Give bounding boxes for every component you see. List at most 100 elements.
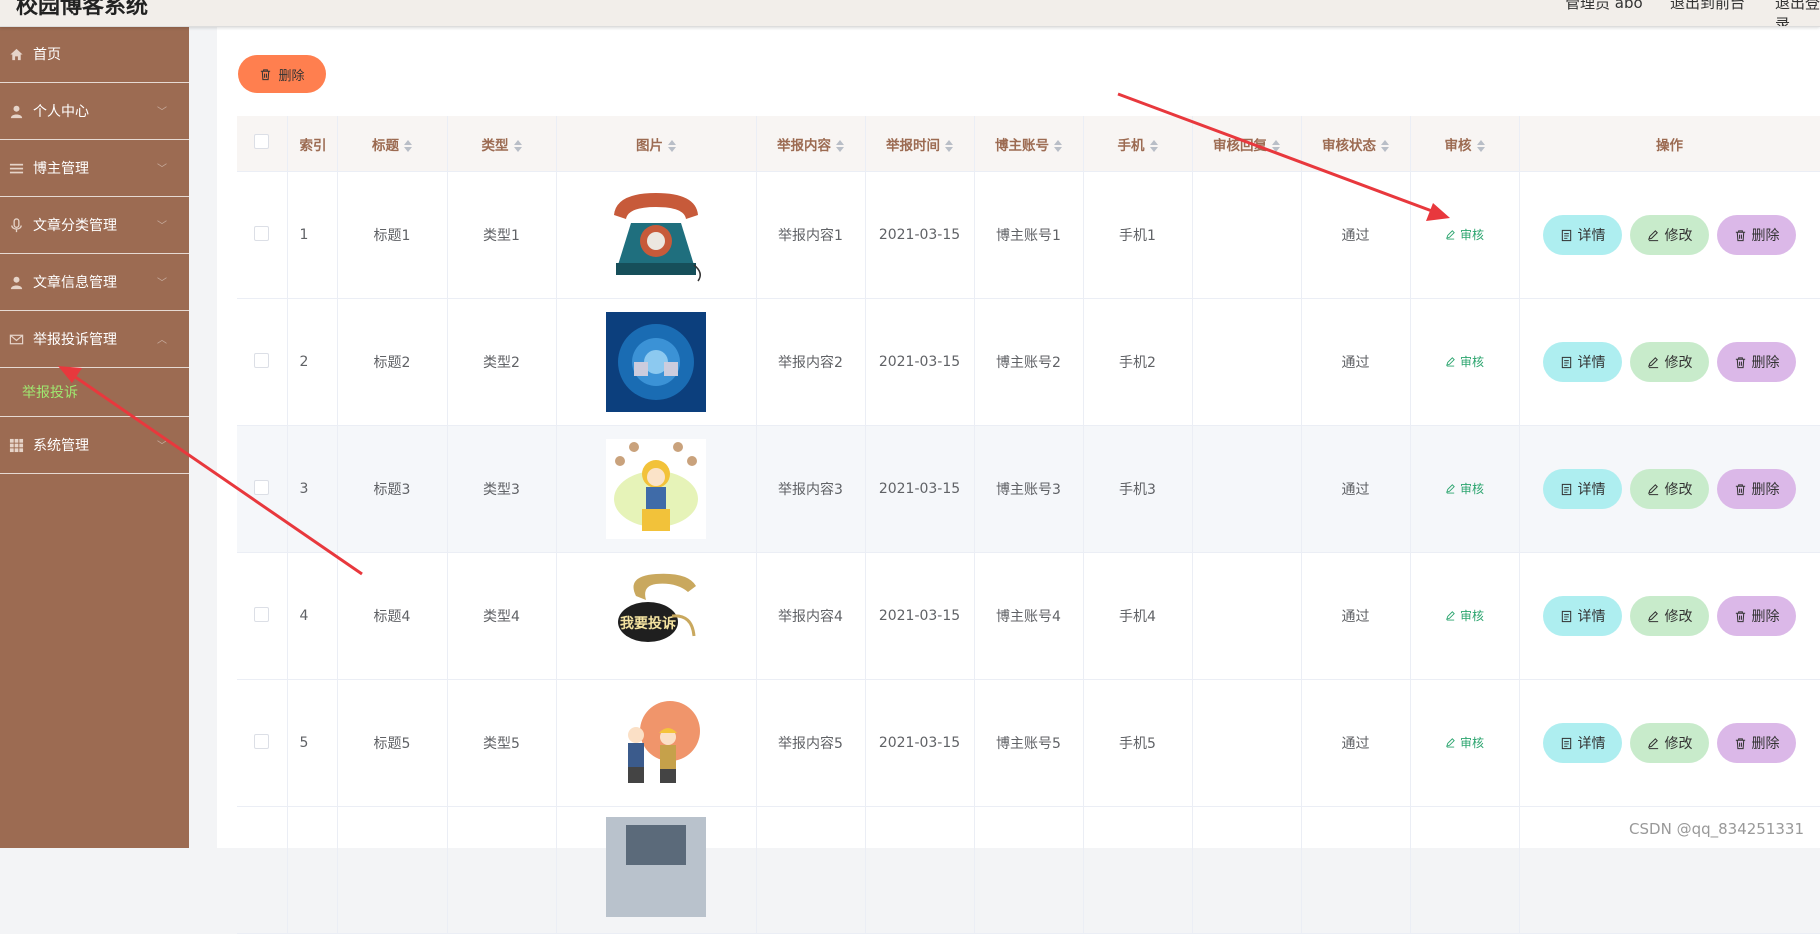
admin-user-label: 管理员 abo bbox=[1565, 0, 1643, 12]
document-icon bbox=[1561, 356, 1571, 368]
cell-actions: 详情 修改 删除 bbox=[1519, 425, 1820, 553]
sidebar-item-blogger-management[interactable]: 博主管理 ﹀ bbox=[0, 140, 189, 197]
trash-icon bbox=[1735, 356, 1745, 368]
logout-link[interactable]: 退出登录 bbox=[1775, 0, 1820, 26]
sidebar-item-report-management[interactable]: 举报投诉管理 ︿ bbox=[0, 311, 189, 368]
column-header-content[interactable]: 举报内容 bbox=[756, 116, 866, 172]
edit-icon bbox=[1446, 230, 1455, 240]
column-header-audit[interactable]: 审核 bbox=[1410, 116, 1520, 172]
edit-icon bbox=[1647, 483, 1658, 495]
cell-account bbox=[974, 806, 1084, 934]
sidebar-subitem-report[interactable]: 举报投诉 bbox=[0, 368, 189, 417]
detail-button[interactable]: 详情 bbox=[1543, 596, 1622, 636]
column-header-type[interactable]: 类型 bbox=[447, 116, 557, 172]
sort-icon[interactable] bbox=[836, 139, 844, 152]
row-checkbox[interactable] bbox=[237, 552, 288, 680]
edit-button[interactable]: 修改 bbox=[1630, 596, 1709, 636]
cell-image bbox=[556, 425, 757, 553]
sidebar-item-label: 博主管理 bbox=[33, 161, 89, 177]
sidebar-item-home[interactable]: 首页 bbox=[0, 26, 189, 83]
detail-button[interactable]: 详情 bbox=[1543, 723, 1622, 763]
cell-content: 举报内容5 bbox=[756, 679, 866, 807]
row-checkbox[interactable] bbox=[237, 679, 288, 807]
sidebar-item-personal-center[interactable]: 个人中心 ﹀ bbox=[0, 83, 189, 140]
workers-image bbox=[606, 693, 706, 793]
column-header-image[interactable]: 图片 bbox=[556, 116, 757, 172]
row-checkbox[interactable] bbox=[237, 171, 288, 299]
back-to-front-link[interactable]: 退出到前台 bbox=[1670, 0, 1745, 13]
sort-icon[interactable] bbox=[1476, 139, 1485, 152]
bulk-delete-button[interactable]: 删除 bbox=[238, 55, 326, 93]
cell-audit: 审核 bbox=[1410, 298, 1520, 426]
column-header-reply[interactable]: 审核回复 bbox=[1192, 116, 1302, 172]
delete-button[interactable]: 删除 bbox=[1717, 723, 1796, 763]
sidebar-item-label: 个人中心 bbox=[33, 104, 89, 120]
sidebar-item-system-management[interactable]: 系统管理 ﹀ bbox=[0, 417, 189, 474]
audit-link[interactable]: 审核 bbox=[1445, 734, 1484, 751]
detail-button[interactable]: 详情 bbox=[1543, 469, 1622, 509]
audit-link[interactable]: 审核 bbox=[1445, 353, 1484, 370]
chevron-down-icon: ﹀ bbox=[157, 221, 167, 232]
cell-type: 类型4 bbox=[447, 552, 557, 680]
delete-button[interactable]: 删除 bbox=[1717, 469, 1796, 509]
sort-icon[interactable] bbox=[404, 139, 412, 152]
row-checkbox[interactable] bbox=[237, 298, 288, 426]
trash-icon bbox=[1735, 610, 1745, 622]
sort-icon[interactable] bbox=[668, 139, 676, 152]
main-content: 删除 索引 标题 类型 图片 举报内容 举报时间 博主账号 手机 审核回复 审核… bbox=[189, 26, 1820, 934]
document-icon bbox=[1561, 610, 1571, 622]
column-header-account[interactable]: 博主账号 bbox=[974, 116, 1084, 172]
column-header-phone[interactable]: 手机 bbox=[1083, 116, 1193, 172]
sidebar-item-label: 首页 bbox=[33, 47, 61, 63]
column-header-status[interactable]: 审核状态 bbox=[1301, 116, 1411, 172]
sidebar-item-label: 系统管理 bbox=[33, 438, 89, 454]
edit-icon bbox=[1647, 356, 1658, 368]
cell-index: 1 bbox=[287, 171, 338, 299]
sort-icon[interactable] bbox=[1149, 139, 1158, 152]
edit-button[interactable]: 修改 bbox=[1630, 215, 1709, 255]
cell-time: 2021-03-15 bbox=[865, 171, 975, 299]
cell-image bbox=[556, 679, 757, 807]
cell-phone: 手机4 bbox=[1083, 552, 1193, 680]
trash-icon bbox=[1735, 229, 1745, 241]
delete-button[interactable]: 删除 bbox=[1717, 596, 1796, 636]
chevron-down-icon: ﹀ bbox=[157, 107, 167, 118]
sort-icon[interactable] bbox=[1054, 139, 1062, 152]
edit-button[interactable]: 修改 bbox=[1630, 342, 1709, 382]
audit-link[interactable]: 审核 bbox=[1445, 480, 1484, 497]
row-checkbox[interactable] bbox=[237, 806, 288, 934]
row-checkbox[interactable] bbox=[237, 425, 288, 553]
sort-icon[interactable] bbox=[1272, 139, 1280, 152]
cell-title: 标题2 bbox=[337, 298, 448, 426]
trash-icon bbox=[1735, 737, 1745, 749]
chevron-down-icon: ﹀ bbox=[157, 441, 167, 452]
edit-button[interactable]: 修改 bbox=[1630, 723, 1709, 763]
edit-button[interactable]: 修改 bbox=[1630, 469, 1709, 509]
thumb-caption: 我要投诉 bbox=[620, 615, 676, 632]
cell-image: 我要投诉 bbox=[556, 552, 757, 680]
delete-button[interactable]: 删除 bbox=[1717, 342, 1796, 382]
sort-icon[interactable] bbox=[1381, 139, 1389, 152]
document-icon bbox=[1561, 229, 1571, 241]
detail-button[interactable]: 详情 bbox=[1543, 342, 1622, 382]
cell-actions: 详情 修改 删除 bbox=[1519, 171, 1820, 299]
cell-time: 2021-03-15 bbox=[865, 425, 975, 553]
edit-icon bbox=[1446, 357, 1455, 367]
cell-type: 类型5 bbox=[447, 679, 557, 807]
select-all-checkbox[interactable] bbox=[237, 116, 288, 172]
table-row: 1 标题1 类型1 举报内容1 2021-03-15 博主账号1 手机1 通过 … bbox=[237, 171, 1820, 299]
detail-button[interactable]: 详情 bbox=[1543, 215, 1622, 255]
column-header-time[interactable]: 举报时间 bbox=[865, 116, 975, 172]
cell-reply bbox=[1192, 806, 1302, 934]
sort-icon[interactable] bbox=[945, 139, 953, 152]
column-header-title[interactable]: 标题 bbox=[337, 116, 448, 172]
delete-button[interactable]: 删除 bbox=[1717, 215, 1796, 255]
cell-index: 2 bbox=[287, 298, 338, 426]
user-icon bbox=[8, 103, 24, 119]
sidebar-item-article-management[interactable]: 文章信息管理 ﹀ bbox=[0, 254, 189, 311]
sidebar-item-category-management[interactable]: 文章分类管理 ﹀ bbox=[0, 197, 189, 254]
cell-status: 通过 bbox=[1301, 552, 1411, 680]
sort-icon[interactable] bbox=[513, 139, 522, 152]
audit-link[interactable]: 审核 bbox=[1445, 607, 1484, 624]
audit-link[interactable]: 审核 bbox=[1445, 226, 1484, 243]
